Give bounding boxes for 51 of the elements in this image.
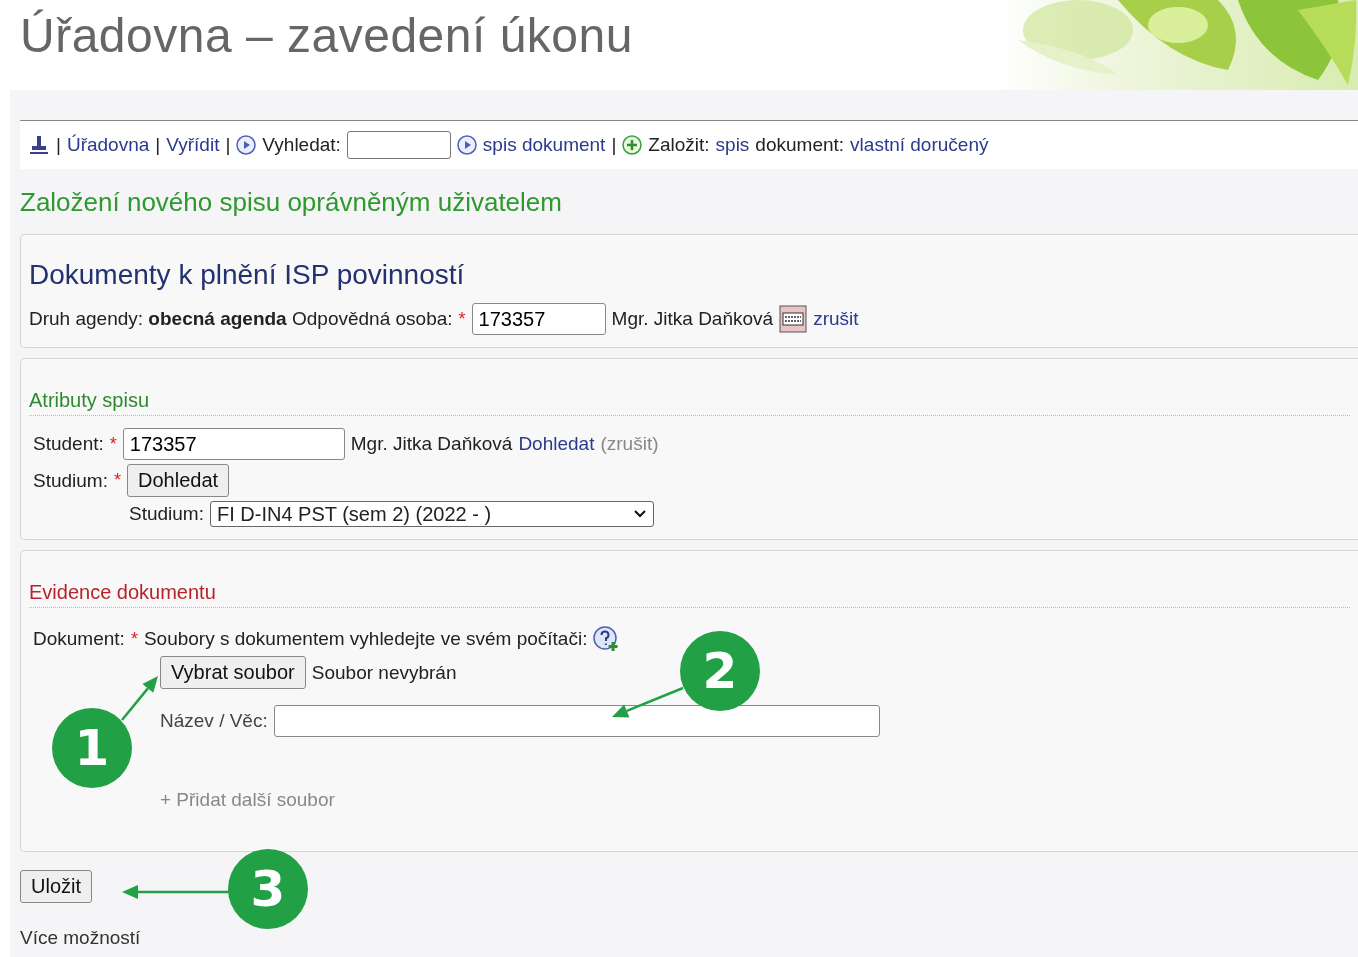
choose-file-button[interactable]: Vybrat soubor (160, 656, 306, 689)
section-title: Atributy spisu (29, 369, 1350, 416)
file-status: Soubor nevybrán (311, 661, 457, 684)
name-field[interactable] (273, 705, 880, 737)
upload-hint: Soubory s dokumentem vyhledejte ve svém počítači: (143, 628, 588, 650)
student-label: Student: (33, 433, 104, 455)
save-button[interactable]: Uložit (20, 870, 92, 903)
person-name: Mgr. Jitka Daňková (611, 308, 774, 330)
section-heading: Dokumenty k plnění ISP povinností (29, 259, 466, 291)
breadcrumb-text: dokument: (755, 134, 845, 156)
person-field[interactable]: 173357 (471, 303, 606, 335)
document-label: Dokument: (33, 628, 125, 650)
more-options-link[interactable]: Více možností (20, 927, 141, 948)
play-icon[interactable] (456, 135, 477, 155)
nav-link[interactable]: spis dokument (482, 134, 606, 156)
separator: | (56, 134, 61, 156)
nav-link[interactable]: vlastní doručený (850, 134, 989, 156)
search-label: Vyhledat: (262, 134, 341, 156)
required-mark: * (130, 628, 138, 650)
chevron-icon (633, 509, 647, 519)
help-icon[interactable] (593, 626, 620, 652)
arrow (121, 676, 158, 721)
plus-icon[interactable] (622, 135, 643, 155)
study-select-label: Studium: (129, 503, 204, 525)
stamp-icon[interactable] (28, 134, 50, 156)
required-mark: * (114, 470, 121, 491)
student-name: Mgr. Jitka Daňková (350, 433, 513, 455)
nav-link[interactable]: Vyřídit (166, 134, 220, 156)
required-mark: * (109, 433, 117, 455)
arrow (612, 686, 684, 718)
keyboard-icon[interactable] (779, 305, 808, 333)
agenda-text: Druh agendy: obecná agenda Odpovědná osoba: (29, 308, 453, 330)
page-heading: Založení nového spisu oprávněným uživatelem (20, 187, 563, 218)
required-mark: * (458, 308, 466, 330)
separator: | (225, 134, 231, 156)
cancel-link[interactable]: zrušit (813, 308, 859, 330)
name-label: Název / Věc: (160, 710, 268, 732)
play-icon[interactable] (236, 135, 257, 155)
study-label: Studium: (33, 469, 108, 492)
page-title: Úřadovna – zavedení úkonu (20, 8, 633, 63)
search-field[interactable] (346, 131, 451, 159)
nav-link[interactable]: Úřadovna (66, 134, 150, 156)
separator: | (611, 134, 617, 156)
separator: | (155, 134, 161, 156)
breadcrumb-text: Založit: (648, 134, 710, 156)
lookup-button[interactable]: Dohledat (127, 464, 230, 497)
nav-link[interactable]: spis (715, 134, 750, 156)
lookup-link[interactable]: Dohledat (518, 433, 595, 455)
study-select[interactable]: FI D-IN4 PST (sem 2) (2022 - ) (210, 501, 654, 527)
section-title: Evidence dokumentu (29, 561, 1350, 608)
student-field[interactable]: 173357 (122, 428, 345, 460)
